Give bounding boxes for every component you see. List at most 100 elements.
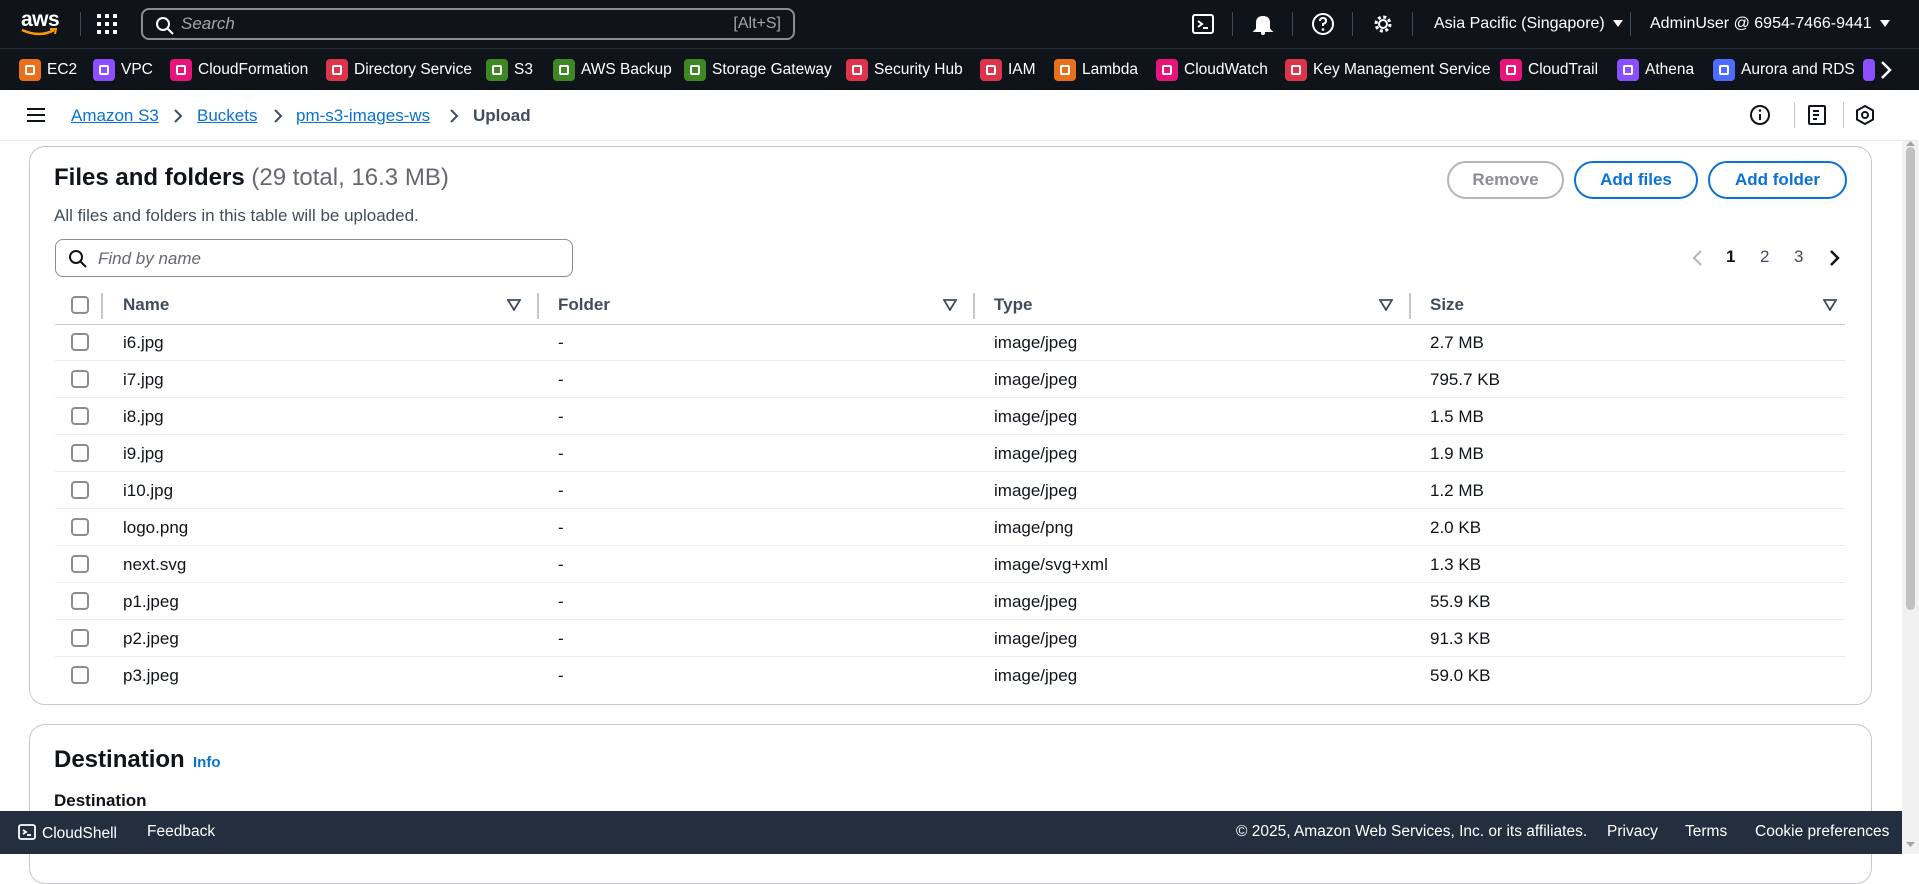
row-checkbox[interactable] bbox=[71, 518, 89, 536]
favorite-cloudformation[interactable]: CloudFormation bbox=[170, 58, 308, 82]
table-row[interactable]: i6.jpg - image/jpeg 2.7 MB bbox=[55, 324, 1845, 361]
pagination-previous-icon[interactable] bbox=[1690, 249, 1706, 267]
favorite-athena[interactable]: Athena bbox=[1617, 58, 1694, 82]
table-row[interactable]: p3.jpeg - image/jpeg 59.0 KB bbox=[55, 657, 1845, 694]
table-row[interactable]: i9.jpg - image/jpeg 1.9 MB bbox=[55, 435, 1845, 472]
row-checkbox[interactable] bbox=[71, 407, 89, 425]
breadcrumb-amazon-s3[interactable]: Amazon S3 bbox=[71, 106, 159, 126]
favorite-s3[interactable]: S3 bbox=[486, 58, 533, 82]
favorite-directory-service[interactable]: Directory Service bbox=[326, 58, 472, 82]
row-checkbox[interactable] bbox=[71, 592, 89, 610]
cell-size: 91.3 KB bbox=[1430, 629, 1491, 648]
footer-feedback[interactable]: Feedback bbox=[147, 823, 215, 841]
find-by-name-input[interactable]: Find by name bbox=[55, 239, 573, 277]
breadcrumb-buckets[interactable]: Buckets bbox=[197, 106, 257, 126]
favorite-vpc[interactable]: VPC bbox=[93, 58, 153, 82]
scroll-down-arrow-icon[interactable] bbox=[1905, 841, 1916, 849]
table-row[interactable]: i8.jpg - image/jpeg 1.5 MB bbox=[55, 398, 1845, 435]
chevron-down-icon bbox=[1612, 20, 1623, 28]
row-checkbox[interactable] bbox=[71, 481, 89, 499]
row-checkbox[interactable] bbox=[71, 666, 89, 684]
hexagon-settings-icon[interactable] bbox=[1854, 104, 1876, 126]
select-all-checkbox[interactable] bbox=[71, 296, 89, 314]
favorite-aurora-rds[interactable]: Aurora and RDS bbox=[1713, 58, 1855, 82]
nav-divider bbox=[1352, 12, 1353, 36]
services-grid-icon[interactable] bbox=[96, 13, 118, 35]
security-hub-icon bbox=[846, 59, 868, 81]
sort-icon[interactable] bbox=[943, 299, 957, 311]
account-menu[interactable]: AdminUser @ 6954-7466-9441 bbox=[1650, 15, 1890, 33]
info-circle-icon[interactable] bbox=[1749, 104, 1771, 126]
row-checkbox[interactable] bbox=[71, 444, 89, 462]
breadcrumb-bucket-name[interactable]: pm-s3-images-ws bbox=[296, 106, 430, 126]
favorite-aws-backup[interactable]: AWS Backup bbox=[553, 58, 672, 82]
notifications-bell-icon[interactable] bbox=[1251, 12, 1275, 36]
region-selector[interactable]: Asia Pacific (Singapore) bbox=[1434, 15, 1623, 33]
scroll-up-arrow-icon[interactable] bbox=[1905, 139, 1916, 147]
nav-divider bbox=[1232, 12, 1233, 36]
favorite-iam[interactable]: IAM bbox=[980, 58, 1036, 82]
row-checkbox[interactable] bbox=[71, 629, 89, 647]
pagination-page-3[interactable]: 3 bbox=[1794, 247, 1803, 267]
nav-divider bbox=[1412, 12, 1413, 36]
table-row[interactable]: p1.jpeg - image/jpeg 55.9 KB bbox=[55, 583, 1845, 620]
row-checkbox[interactable] bbox=[71, 370, 89, 388]
column-resizer[interactable] bbox=[973, 293, 975, 319]
sort-icon[interactable] bbox=[507, 299, 521, 311]
destination-info-link[interactable]: Info bbox=[193, 754, 221, 771]
hamburger-menu-icon[interactable] bbox=[26, 106, 46, 124]
sort-icon[interactable] bbox=[1823, 299, 1837, 311]
pagination-page-1[interactable]: 1 bbox=[1726, 247, 1735, 267]
scrollbar-thumb[interactable] bbox=[1906, 147, 1915, 610]
settings-gear-icon[interactable] bbox=[1371, 12, 1395, 36]
favorite-security-hub[interactable]: Security Hub bbox=[846, 58, 963, 82]
cell-size: 795.7 KB bbox=[1430, 370, 1500, 389]
column-resizer[interactable] bbox=[1409, 293, 1411, 319]
global-search-input[interactable]: Search [Alt+S] bbox=[141, 8, 795, 40]
nav-divider bbox=[80, 12, 81, 36]
favorite-cloudwatch[interactable]: CloudWatch bbox=[1156, 58, 1268, 82]
favorite-label: S3 bbox=[514, 61, 533, 78]
column-header-type[interactable]: Type bbox=[994, 295, 1032, 315]
column-header-name[interactable]: Name bbox=[123, 295, 169, 315]
favorite-kms[interactable]: Key Management Service bbox=[1285, 58, 1490, 82]
cloudshell-icon[interactable] bbox=[1191, 12, 1215, 36]
cell-size: 1.5 MB bbox=[1430, 407, 1484, 426]
table-row[interactable]: p2.jpeg - image/jpeg 91.3 KB bbox=[55, 620, 1845, 657]
favorite-ec2[interactable]: EC2 bbox=[19, 58, 77, 82]
column-resizer[interactable] bbox=[537, 293, 539, 319]
ec2-icon bbox=[19, 59, 41, 81]
pagination-page-2[interactable]: 2 bbox=[1760, 247, 1769, 267]
footer-privacy-link[interactable]: Privacy bbox=[1607, 823, 1658, 841]
help-icon[interactable] bbox=[1311, 12, 1335, 36]
favorite-storage-gateway[interactable]: Storage Gateway bbox=[684, 58, 832, 82]
chevron-right-icon[interactable] bbox=[1875, 59, 1897, 81]
vpc-icon bbox=[93, 59, 115, 81]
aws-logo[interactable]: aws bbox=[20, 8, 60, 38]
pagination-next-icon[interactable] bbox=[1826, 249, 1842, 267]
favorite-cloudtrail[interactable]: CloudTrail bbox=[1500, 58, 1598, 82]
row-checkbox[interactable] bbox=[71, 333, 89, 351]
column-header-folder[interactable]: Folder bbox=[558, 295, 610, 315]
table-row[interactable]: i10.jpg - image/jpeg 1.2 MB bbox=[55, 472, 1845, 509]
column-header-size[interactable]: Size bbox=[1430, 295, 1464, 315]
cell-type: image/jpeg bbox=[994, 370, 1078, 389]
footer-cookie-preferences-link[interactable]: Cookie preferences bbox=[1755, 823, 1889, 841]
table-row[interactable]: i7.jpg - image/jpeg 795.7 KB bbox=[55, 361, 1845, 398]
row-checkbox[interactable] bbox=[71, 555, 89, 573]
table-row[interactable]: next.svg - image/svg+xml 1.3 KB bbox=[55, 546, 1845, 583]
remove-button[interactable]: Remove bbox=[1447, 161, 1564, 199]
table-row[interactable]: logo.png - image/png 2.0 KB bbox=[55, 509, 1845, 546]
page-scrollbar[interactable] bbox=[1902, 141, 1919, 854]
column-resizer[interactable] bbox=[101, 293, 103, 319]
favorite-label: EC2 bbox=[47, 61, 78, 78]
add-files-button[interactable]: Add files bbox=[1574, 161, 1698, 199]
favorite-label: CloudWatch bbox=[1184, 61, 1268, 78]
sort-icon[interactable] bbox=[1379, 299, 1393, 311]
notes-panel-icon[interactable] bbox=[1806, 104, 1828, 126]
footer-cloudshell[interactable]: CloudShell bbox=[18, 823, 117, 843]
favorite-lambda[interactable]: Lambda bbox=[1054, 58, 1138, 82]
cell-type: image/jpeg bbox=[994, 333, 1078, 352]
add-folder-button[interactable]: Add folder bbox=[1708, 161, 1847, 199]
footer-terms-link[interactable]: Terms bbox=[1685, 823, 1727, 841]
